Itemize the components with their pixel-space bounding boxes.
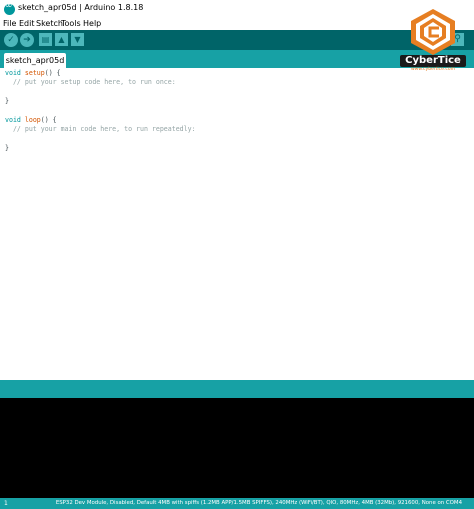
upload-button[interactable]: ➔ [20,33,34,47]
menu-edit[interactable]: Edit [19,19,35,28]
menu-sketch[interactable]: Sketch [36,19,63,28]
code-line-7: // put your main code here, to run repea… [5,125,196,134]
new-file-icon: ▤ [41,35,50,44]
status-bar: 1 ESP32 Dev Module, Disabled, Default 4M… [0,498,474,509]
code-editor[interactable]: void setup() { // put your setup code he… [0,68,474,380]
watermark-url: www.cybertice.com [411,67,455,72]
tab-sketch[interactable]: sketch_apr05d [4,53,66,68]
checkmark-icon: ✓ [7,35,15,45]
watermark-brand: CyberTice [400,55,466,67]
save-button[interactable]: ▼ [71,33,84,46]
code-line-2: // put your setup code here, to run once… [5,78,176,87]
arrow-up-icon: ▲ [58,35,65,44]
open-button[interactable]: ▲ [55,33,68,46]
code-line-4: } [5,97,9,106]
watermark-logo: CyberTice www.cybertice.com [400,8,466,74]
new-button[interactable]: ▤ [39,33,52,46]
console-divider[interactable] [0,380,474,398]
code-line-9: } [5,144,9,153]
menu-tools[interactable]: Tools [61,19,81,28]
board-info: ESP32 Dev Module, Disabled, Default 4MB … [55,500,462,506]
menu-help[interactable]: Help [83,19,101,28]
arrow-right-icon: ➔ [23,35,31,45]
code-line-6: void loop() { [5,116,57,125]
code-text: void setup() { // put your setup code he… [5,69,196,154]
hexagon-c-icon [411,9,455,55]
line-number: 1 [4,500,8,507]
arduino-logo-icon [4,1,15,15]
verify-button[interactable]: ✓ [4,33,18,47]
menu-file[interactable]: File [3,19,16,28]
window-title: sketch_apr05d | Arduino 1.8.18 [18,3,144,12]
arrow-down-icon: ▼ [74,35,81,44]
code-line-1: void setup() { [5,69,61,77]
console-output [0,398,474,498]
